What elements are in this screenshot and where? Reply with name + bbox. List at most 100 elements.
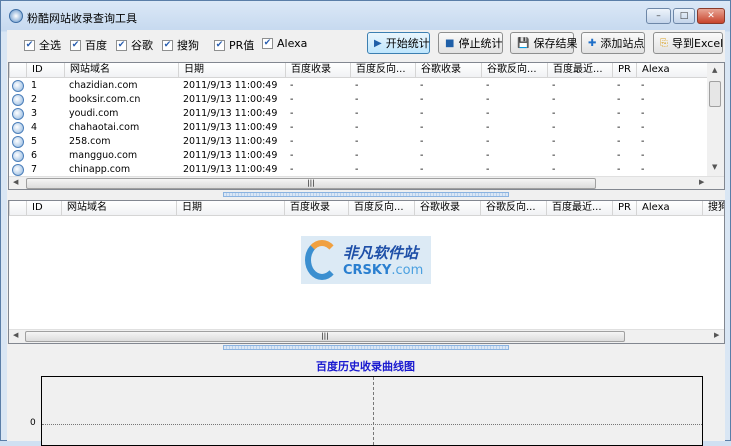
table-row[interactable]: 1 chazidian.com 2011/9/13 11:00:49 - - - - - - -	[9, 79, 709, 93]
checkbox-box[interactable]: ✔	[116, 39, 127, 51]
column-header[interactable]: Alexa	[636, 63, 704, 78]
column-header[interactable]: 百度收录	[285, 63, 350, 78]
site-list-grid[interactable]: ID 网站域名 日期 百度收录 百度反向... 谷歌收录 谷歌反向... 百度最近... PR A…	[8, 62, 725, 190]
horizontal-scrollbar[interactable]: ◀ ||| ▶	[9, 329, 724, 343]
export-icon: ⎘	[660, 37, 668, 49]
column-header[interactable]: 百度最近...	[546, 201, 612, 216]
window-title: 粉酷网站收录查询工具	[27, 12, 137, 25]
column-header[interactable]	[9, 63, 26, 78]
column-header[interactable]: Alexa	[636, 201, 702, 216]
table-cell: -	[420, 164, 424, 175]
app-icon	[9, 9, 23, 23]
checkbox-box[interactable]: ✔	[162, 39, 173, 51]
table-cell: -	[290, 94, 294, 105]
checkbox-box[interactable]: ✔	[70, 39, 81, 51]
column-header[interactable]: 网站域名	[64, 63, 178, 78]
column-header[interactable]: 谷歌收录	[415, 63, 481, 78]
maximize-button[interactable]: □	[673, 8, 695, 24]
globe-icon	[12, 80, 24, 92]
table-cell: booksir.com.cn	[69, 94, 141, 105]
column-header[interactable]: 日期	[178, 63, 285, 78]
close-button[interactable]: ✕	[697, 8, 725, 24]
column-header[interactable]: ID	[26, 201, 61, 216]
column-header[interactable]: 谷歌反向...	[481, 63, 547, 78]
table-cell: -	[552, 80, 556, 91]
table-cell: -	[290, 136, 294, 147]
chart-gridline-vertical	[373, 377, 374, 445]
table-cell: -	[641, 164, 645, 175]
table-row[interactable]: 7 chinapp.com 2011/9/13 11:00:49 - - - - - - -	[9, 163, 709, 177]
checkbox-label: PR值	[229, 39, 255, 52]
globe-icon	[12, 164, 24, 176]
table-cell: -	[290, 108, 294, 119]
checkbox-4[interactable]: ✔ PR值	[214, 37, 254, 53]
table-cell: -	[617, 122, 621, 133]
save-icon: 💾	[517, 37, 530, 49]
table-row[interactable]: 2 booksir.com.cn 2011/9/13 11:00:49 - - - - - - -	[9, 93, 709, 107]
table-cell: -	[641, 150, 645, 161]
column-header[interactable]: 谷歌反向...	[480, 201, 546, 216]
table-cell: 7	[31, 164, 38, 175]
table-cell: -	[420, 94, 424, 105]
table-cell: -	[420, 108, 424, 119]
table-cell: 5	[31, 136, 38, 147]
column-header[interactable]: 百度收录	[284, 201, 348, 216]
column-header[interactable]: 网站域名	[61, 201, 176, 216]
checkbox-box[interactable]: ✔	[262, 38, 273, 49]
checkbox-0[interactable]: ✔ 全选	[24, 37, 61, 53]
checkbox-box[interactable]: ✔	[214, 39, 225, 51]
toolbar-button-2[interactable]: 💾 保存结果	[510, 32, 578, 54]
column-header[interactable]: PR	[612, 63, 636, 78]
table-cell: 2011/9/13 11:00:49	[183, 164, 278, 175]
splitter-handle[interactable]	[223, 192, 509, 197]
checkbox-3[interactable]: ✔ 搜狗	[162, 37, 199, 53]
column-header[interactable]	[9, 201, 26, 216]
table-cell: -	[290, 122, 294, 133]
chart-plot-area	[41, 376, 703, 446]
column-header[interactable]: ID	[26, 63, 64, 78]
checkbox-2[interactable]: ✔ 谷歌	[116, 37, 153, 53]
column-header[interactable]: 百度反向...	[348, 201, 414, 216]
toolbar-button-3[interactable]: ✚ 添加站点	[581, 32, 645, 54]
table-cell: youdi.com	[69, 108, 119, 119]
minimize-button[interactable]: –	[646, 8, 671, 24]
table-cell: -	[486, 108, 490, 119]
table-cell: -	[641, 136, 645, 147]
table-cell: chahaotai.com	[69, 122, 140, 133]
table-row[interactable]: 5 258.com 2011/9/13 11:00:49 - - - - - - -	[9, 135, 709, 149]
globe-icon	[12, 150, 24, 162]
checkbox-label: 谷歌	[131, 39, 153, 52]
table-cell: -	[617, 80, 621, 91]
table-row[interactable]: 4 chahaotai.com 2011/9/13 11:00:49 - - - - - - -	[9, 121, 709, 135]
horizontal-scrollbar[interactable]: ◀ ||| ▶	[9, 176, 724, 189]
column-header[interactable]: 日期	[176, 201, 284, 216]
table-cell: 2	[31, 94, 38, 105]
column-header[interactable]: 谷歌收录	[414, 201, 480, 216]
toolbar-button-4[interactable]: ⎘ 导到Excel	[653, 32, 723, 54]
column-header[interactable]: PR	[612, 201, 636, 216]
table-cell: -	[617, 164, 621, 175]
vertical-scrollbar[interactable]: ▲ ▼	[707, 63, 724, 176]
globe-icon	[12, 122, 24, 134]
table-cell: 258.com	[69, 136, 111, 147]
column-header[interactable]: 百度反向...	[350, 63, 415, 78]
globe-icon	[12, 108, 24, 120]
add-icon: ✚	[588, 37, 597, 49]
toolbar-button-label: 保存结果	[533, 37, 578, 50]
table-cell: -	[355, 150, 359, 161]
checkbox-5[interactable]: ✔ Alexa	[262, 37, 307, 50]
toolbar-button-1[interactable]: ■ 停止统计	[438, 32, 503, 54]
table-cell: chinapp.com	[69, 164, 131, 175]
chart-gridline-horizontal	[42, 424, 702, 425]
result-grid[interactable]: ID 网站域名 日期 百度收录 百度反向... 谷歌收录 谷歌反向... 百度最近... PR A…	[8, 200, 725, 344]
splitter-handle[interactable]	[223, 345, 509, 350]
table-row[interactable]: 6 mangguo.com 2011/9/13 11:00:49 - - - - - - -	[9, 149, 709, 163]
checkbox-box[interactable]: ✔	[24, 39, 35, 51]
column-header[interactable]: 百度最近...	[547, 63, 612, 78]
toolbar-button-0[interactable]: ▶ 开始统计	[367, 32, 430, 54]
checkbox-1[interactable]: ✔ 百度	[70, 37, 107, 53]
column-header[interactable]: 搜狗	[702, 201, 724, 216]
table-row[interactable]: 3 youdi.com 2011/9/13 11:00:49 - - - - - - -	[9, 107, 709, 121]
table-cell: -	[290, 80, 294, 91]
table-cell: -	[617, 94, 621, 105]
